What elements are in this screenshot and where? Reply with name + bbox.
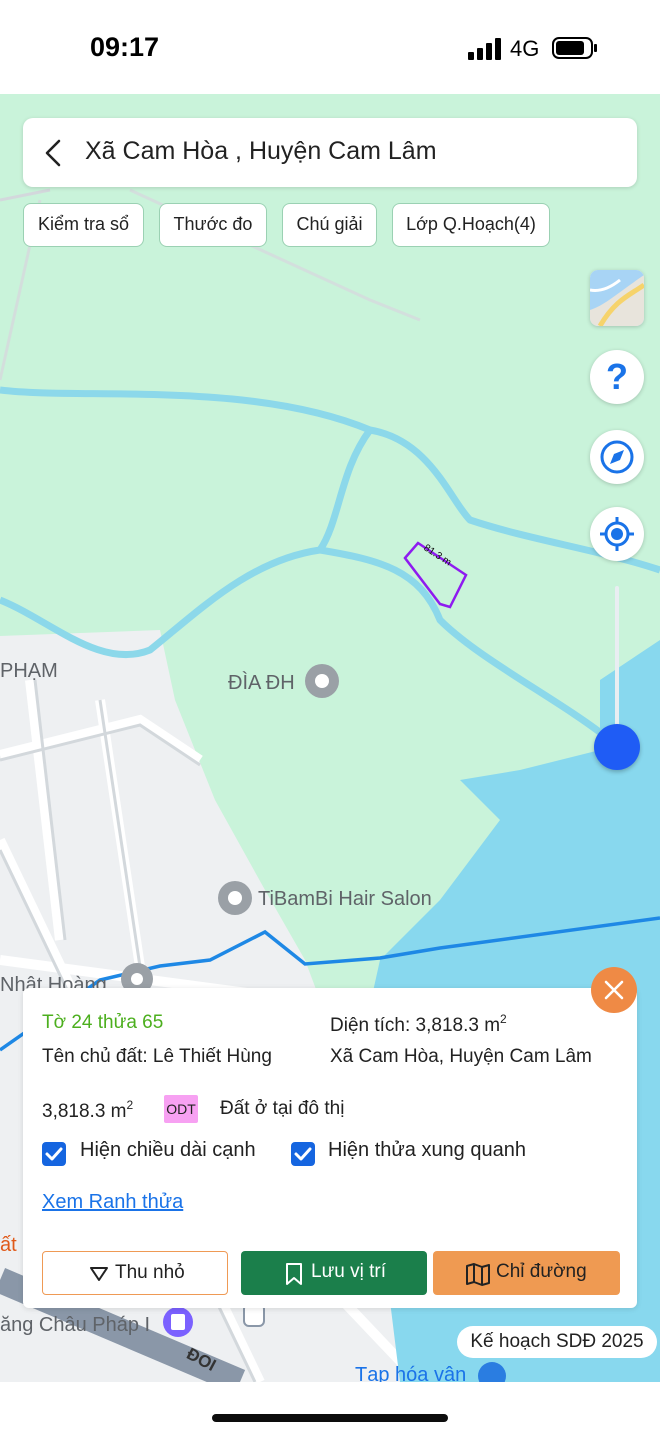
chip-measure[interactable]: Thước đo [159,203,267,247]
checkmark-icon [45,1147,63,1161]
area-summary: Diện tích: 3,818.3 m2 [330,1012,507,1037]
parcel-address: Xã Cam Hòa, Huyện Cam Lâm [330,1046,592,1067]
collapse-label: Thu nhỏ [115,1262,185,1283]
map-layer-icon [590,270,644,326]
land-type: Đất ở tại đô thị [220,1098,345,1119]
home-indicator[interactable] [212,1414,448,1422]
help-button[interactable]: ? [590,350,644,404]
directions-label: Chỉ đường [496,1261,587,1282]
network-label: 4G [510,36,540,61]
map-label-chau-phap[interactable]: ăng Châu Pháp I [0,1314,150,1337]
save-location-label: Lưu vị trí [311,1261,387,1282]
area-unit-sup: 2 [500,1012,507,1026]
back-arrow-icon[interactable] [41,138,65,168]
plan-year-tag[interactable]: Kế hoạch SDĐ 2025 [457,1326,657,1358]
save-location-button[interactable]: Lưu vị trí [241,1251,427,1295]
owner-name: Tên chủ đất: Lê Thiết Hùng [42,1046,272,1067]
neighbors-label[interactable]: Hiện thửa xung quanh [328,1139,526,1162]
map-label-dia-dh[interactable]: ĐÌA ĐH [228,672,295,695]
poi-pin-dia-dh [305,664,339,698]
battery-icon [552,37,597,59]
compass-icon [600,440,634,474]
signal-icon [468,38,501,60]
land-area-value: 3,818.3 m [42,1101,127,1122]
sheet-parcel-ref: Tờ 24 thửa 65 [42,1012,164,1033]
edge-length-label[interactable]: Hiện chiều dài cạnh [80,1139,256,1162]
directions-button[interactable]: Chỉ đường [433,1251,620,1295]
map-icon [466,1263,490,1286]
chip-planning-layers[interactable]: Lớp Q.Hoạch(4) [392,203,550,247]
triangle-down-icon [90,1267,108,1281]
land-area-sup: 2 [126,1098,134,1112]
land-code-badge: ODT [164,1095,198,1123]
map-label-pham: PHẠM [0,660,58,682]
question-icon: ? [606,356,628,397]
status-time: 09:17 [90,32,160,62]
map-label-edge: ất [0,1234,17,1256]
svg-text:?: ? [606,356,628,397]
bookmark-icon [286,1263,302,1285]
map-label-tap-hoa[interactable]: Tạp hóa vân [355,1364,466,1382]
chip-check-certificate[interactable]: Kiểm tra sổ [23,203,144,247]
area-label: Diện tích: 3,818.3 m [330,1015,501,1036]
collapse-button[interactable]: Thu nhỏ [42,1251,228,1295]
close-panel-button[interactable] [591,967,637,1013]
location-search-bar[interactable]: Xã Cam Hòa , Huyện Cam Lâm [23,118,637,187]
parcel-info-panel: Tờ 24 thửa 65 Diện tích: 3,818.3 m2 Tên … [23,988,637,1308]
my-location-button[interactable] [590,507,644,561]
zoom-slider-track[interactable] [615,586,619,736]
location-title: Xã Cam Hòa , Huyện Cam Lâm [85,137,437,165]
edge-length-checkbox[interactable] [42,1142,66,1166]
checkmark-icon [294,1147,312,1161]
map-label-salon[interactable]: TiBamBi Hair Salon [258,888,432,911]
locate-icon [600,517,634,551]
map-layer-button[interactable] [590,270,644,326]
land-area: 3,818.3 m2 [42,1098,133,1123]
status-bar: 09:17 4G [0,0,660,94]
chip-legend[interactable]: Chú giải [282,203,377,247]
compass-button[interactable] [590,430,644,484]
close-icon [604,980,624,1000]
view-boundary-link[interactable]: Xem Ranh thửa [42,1191,183,1214]
zoom-slider-handle[interactable] [594,724,640,770]
neighbors-checkbox[interactable] [291,1142,315,1166]
home-area [0,1382,660,1434]
